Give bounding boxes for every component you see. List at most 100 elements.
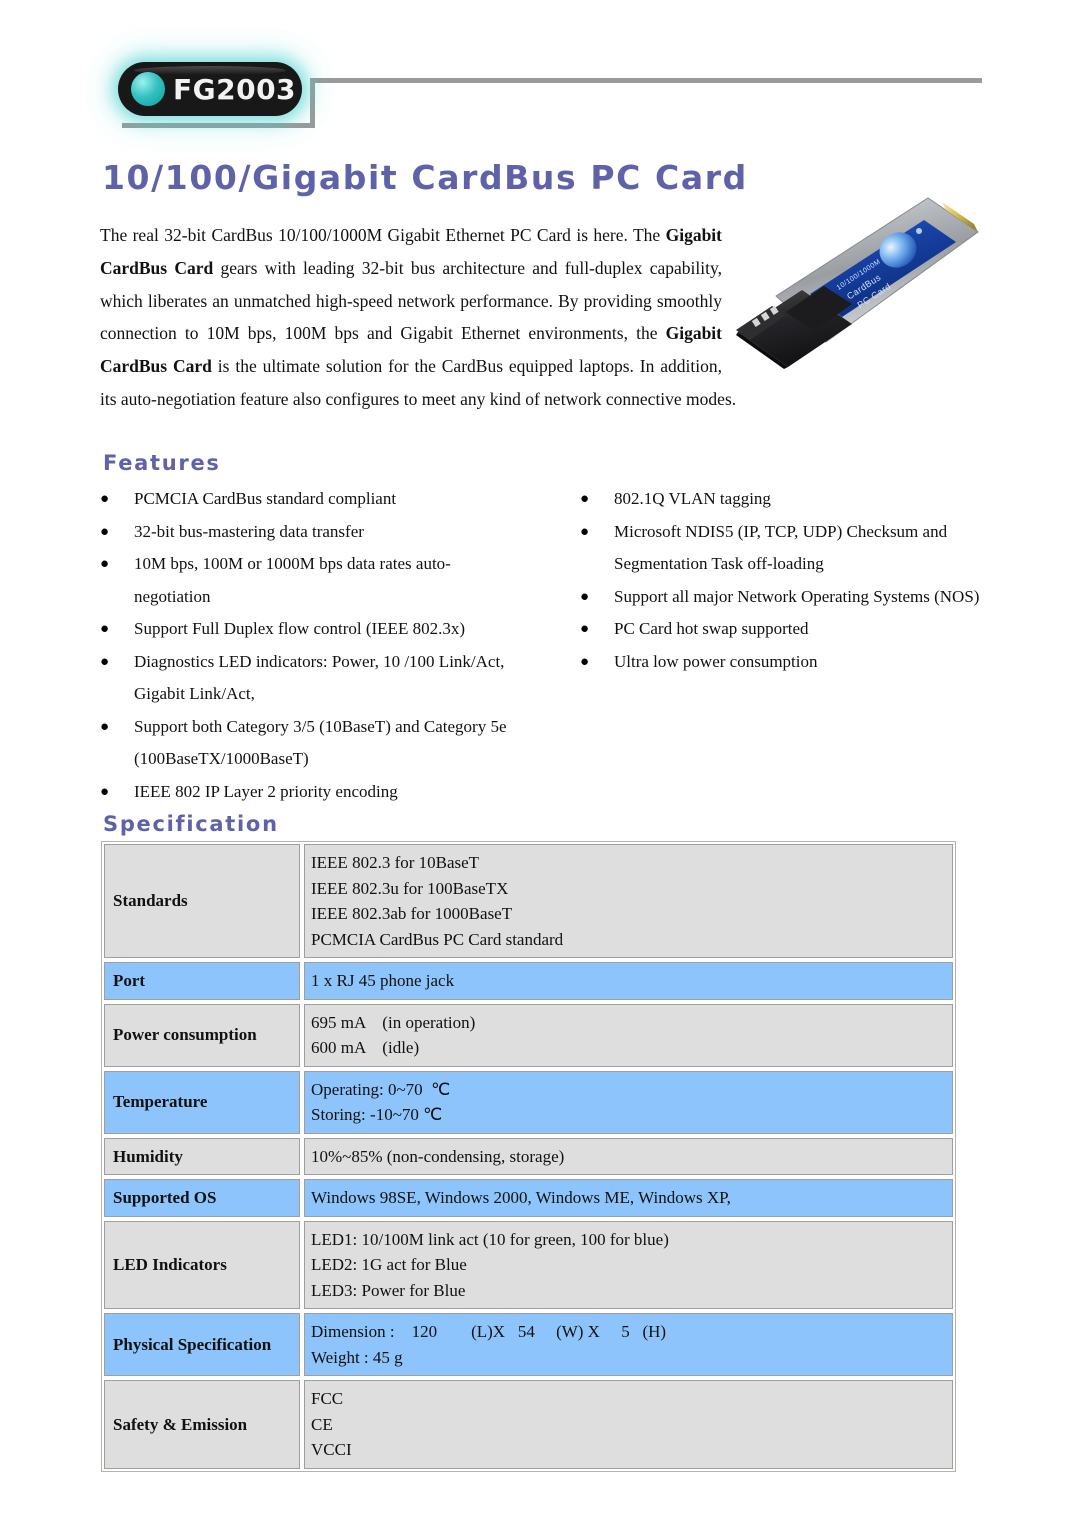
spec-value-line: Storing: -10~70 ℃: [311, 1105, 443, 1124]
spec-value-line: IEEE 802.3 for 10BaseT: [311, 853, 480, 872]
spec-value-line: LED3: Power for Blue: [311, 1280, 466, 1300]
spec-value-line: 600 mA (idle): [311, 1038, 420, 1057]
spec-row-label: Port: [102, 960, 302, 1002]
spec-row: Temperature Operating: 0~70 ℃ Storing: -10…: [102, 1068, 955, 1136]
spec-value-line: LED2: 1G act for Blue: [311, 1255, 467, 1274]
spec-value-line: Weight : 45 g: [311, 1347, 403, 1367]
spec-row-label: Standards: [102, 842, 302, 960]
spec-row-value: FCC CE VCCI: [302, 1378, 955, 1471]
feature-item-label: Support Full Duplex flow control (IEEE 8…: [134, 619, 465, 638]
spec-value-line: 695 mA (in operation): [311, 1012, 476, 1032]
header-rule-vertical: [310, 78, 315, 128]
spec-row: Physical Specification Dimension : 120 (L…: [102, 1311, 955, 1378]
spec-row-label: Humidity: [102, 1135, 302, 1177]
specification-table: Standards IEEE 802.3 for 10BaseT IEEE 802.…: [101, 841, 956, 1472]
feature-item-label: IEEE 802 IP Layer 2 priority encoding: [134, 781, 398, 801]
spec-value-line: IEEE 802.3u for 100BaseTX: [311, 878, 509, 898]
spec-row-label: LED Indicators: [102, 1218, 302, 1311]
model-badge: FG2003: [118, 62, 302, 116]
spec-value-line: Windows 98SE, Windows 2000, Windows ME, …: [311, 1188, 731, 1207]
feature-item-label: PCMCIA CardBus standard compliant: [134, 489, 397, 508]
bullet-icon: ●: [580, 523, 590, 540]
bullet-icon: ●: [580, 588, 590, 605]
spec-row: Port 1 x RJ 45 phone jack: [102, 960, 955, 1002]
feature-item: ● 32-bit bus-mastering data transfer: [100, 516, 510, 549]
spec-row-value: 695 mA (in operation) 600 mA (idle): [302, 1001, 955, 1069]
feature-item-label: 10M bps, 100M or 1000M bps data rates au…: [134, 554, 451, 606]
feature-item: ● Support all major Network Operating Sys…: [580, 581, 990, 614]
specification-heading: Specification: [103, 812, 279, 836]
bullet-icon: ●: [100, 556, 110, 572]
feature-item-label: Diagnostics LED indicators: Power, 10 /1…: [134, 651, 505, 704]
feature-item: ● IEEE 802 IP Layer 2 priority encoding: [100, 776, 510, 809]
spec-row-label: Physical Specification: [102, 1311, 302, 1378]
spec-row-label: Temperature: [102, 1068, 302, 1136]
spec-row: LED Indicators LED1: 10/100M link act (10…: [102, 1218, 955, 1311]
spec-value-line: VCCI: [311, 1440, 352, 1459]
bullet-icon: ●: [100, 523, 110, 540]
bullet-icon: ●: [100, 491, 110, 507]
intro-paragraph: The real 32-bit CardBus 10/100/1000M Gig…: [100, 219, 984, 416]
header-rule-top: [310, 78, 982, 83]
spec-row: Supported OS Windows 98SE, Windows 2000, …: [102, 1177, 955, 1219]
bullet-icon: ●: [100, 783, 110, 800]
teal-dot-icon: [131, 72, 165, 106]
feature-item: ● Ultra low power consumption: [580, 646, 990, 679]
bullet-icon: ●: [580, 653, 590, 670]
spec-row-label: Safety & Emission: [102, 1378, 302, 1471]
spec-value-line: LED1: 10/100M link act (10 for green, 10…: [311, 1229, 669, 1249]
feature-item-label: Support both Category 3/5 (10BaseT) and …: [134, 716, 507, 769]
spec-row-value: LED1: 10/100M link act (10 for green, 10…: [302, 1218, 955, 1311]
spec-row: Power consumption 695 mA (in operation) 60…: [102, 1001, 955, 1069]
feature-item-label: PC Card hot swap supported: [614, 619, 809, 638]
spec-value-line: IEEE 802.3ab for 1000BaseT: [311, 904, 513, 923]
spec-row-value: 1 x RJ 45 phone jack: [302, 960, 955, 1002]
bullet-icon: ●: [100, 653, 110, 670]
spec-value-line: Dimension : 120 (L)X 54 (W) X 5 (H): [311, 1322, 667, 1341]
datasheet-page: FG2003 10/100/Gigabit CardBus PC Card 10…: [0, 0, 1080, 1527]
spec-value-line: 1 x RJ 45 phone jack: [311, 971, 455, 990]
bullet-icon: ●: [100, 718, 110, 735]
feature-item: ● PC Card hot swap supported: [580, 613, 990, 646]
feature-item: ● Diagnostics LED indicators: Power, 10 /…: [100, 646, 510, 711]
bullet-icon: ●: [580, 491, 590, 507]
model-badge-label: FG2003: [173, 72, 297, 106]
spec-value-line: FCC: [311, 1389, 344, 1408]
photo-text-wrap-spacer: [722, 219, 984, 371]
spec-value-line: 10%~85% (non-condensing, storage): [311, 1146, 565, 1166]
spec-row-value: Dimension : 120 (L)X 54 (W) X 5 (H) Weigh…: [302, 1311, 955, 1378]
feature-item: ● 10M bps, 100M or 1000M bps data rates a…: [100, 548, 510, 613]
page-header: FG2003: [0, 0, 1080, 150]
features-right-column: ● 802.1Q VLAN tagging ● Microsoft NDIS5 (IP…: [580, 483, 990, 808]
feature-item: ● Support Full Duplex flow control (IEEE …: [100, 613, 510, 646]
feature-item: ● Support both Category 3/5 (10BaseT) and…: [100, 711, 510, 776]
spec-row: Humidity 10%~85% (non-condensing, storage…: [102, 1135, 955, 1177]
spec-value-line: CE: [311, 1414, 333, 1434]
feature-item: ● 802.1Q VLAN tagging: [580, 483, 990, 516]
spec-row-value: 10%~85% (non-condensing, storage): [302, 1135, 955, 1177]
spec-value-line: PCMCIA CardBus PC Card standard: [311, 929, 564, 949]
bullet-icon: ●: [100, 621, 110, 637]
page-title: 10/100/Gigabit CardBus PC Card: [102, 158, 748, 197]
spec-value-line: Operating: 0~70 ℃: [311, 1079, 451, 1099]
feature-item-label: Microsoft NDIS5 (IP, TCP, UDP) Checksum …: [614, 521, 948, 574]
bullet-icon: ●: [580, 621, 590, 637]
feature-item: ● Microsoft NDIS5 (IP, TCP, UDP) Checksum…: [580, 516, 990, 581]
feature-item: ● PCMCIA CardBus standard compliant: [100, 483, 510, 516]
intro-part-1: The real 32-bit CardBus 10/100/1000M Gig…: [100, 225, 666, 245]
features-section: ● PCMCIA CardBus standard compliant ● 32-bi…: [100, 483, 990, 808]
spec-row: Safety & Emission FCC CE VCCI: [102, 1378, 955, 1471]
spec-row-value: Operating: 0~70 ℃ Storing: -10~70 ℃: [302, 1068, 955, 1136]
feature-item-label: 802.1Q VLAN tagging: [614, 489, 771, 508]
spec-row-value: Windows 98SE, Windows 2000, Windows ME, …: [302, 1177, 955, 1219]
features-left-column: ● PCMCIA CardBus standard compliant ● 32-bi…: [100, 483, 510, 808]
feature-item-label: 32-bit bus-mastering data transfer: [134, 521, 364, 541]
spec-row-label: Supported OS: [102, 1177, 302, 1219]
feature-item-label: Ultra low power consumption: [614, 651, 818, 671]
spec-row-value: IEEE 802.3 for 10BaseT IEEE 802.3u for 10…: [302, 842, 955, 960]
spec-row-label: Power consumption: [102, 1001, 302, 1069]
header-rule-bottom: [122, 123, 315, 128]
features-heading: Features: [103, 451, 221, 475]
spec-row: Standards IEEE 802.3 for 10BaseT IEEE 802.…: [102, 842, 955, 960]
feature-item-label: Support all major Network Operating Syst…: [614, 586, 980, 606]
